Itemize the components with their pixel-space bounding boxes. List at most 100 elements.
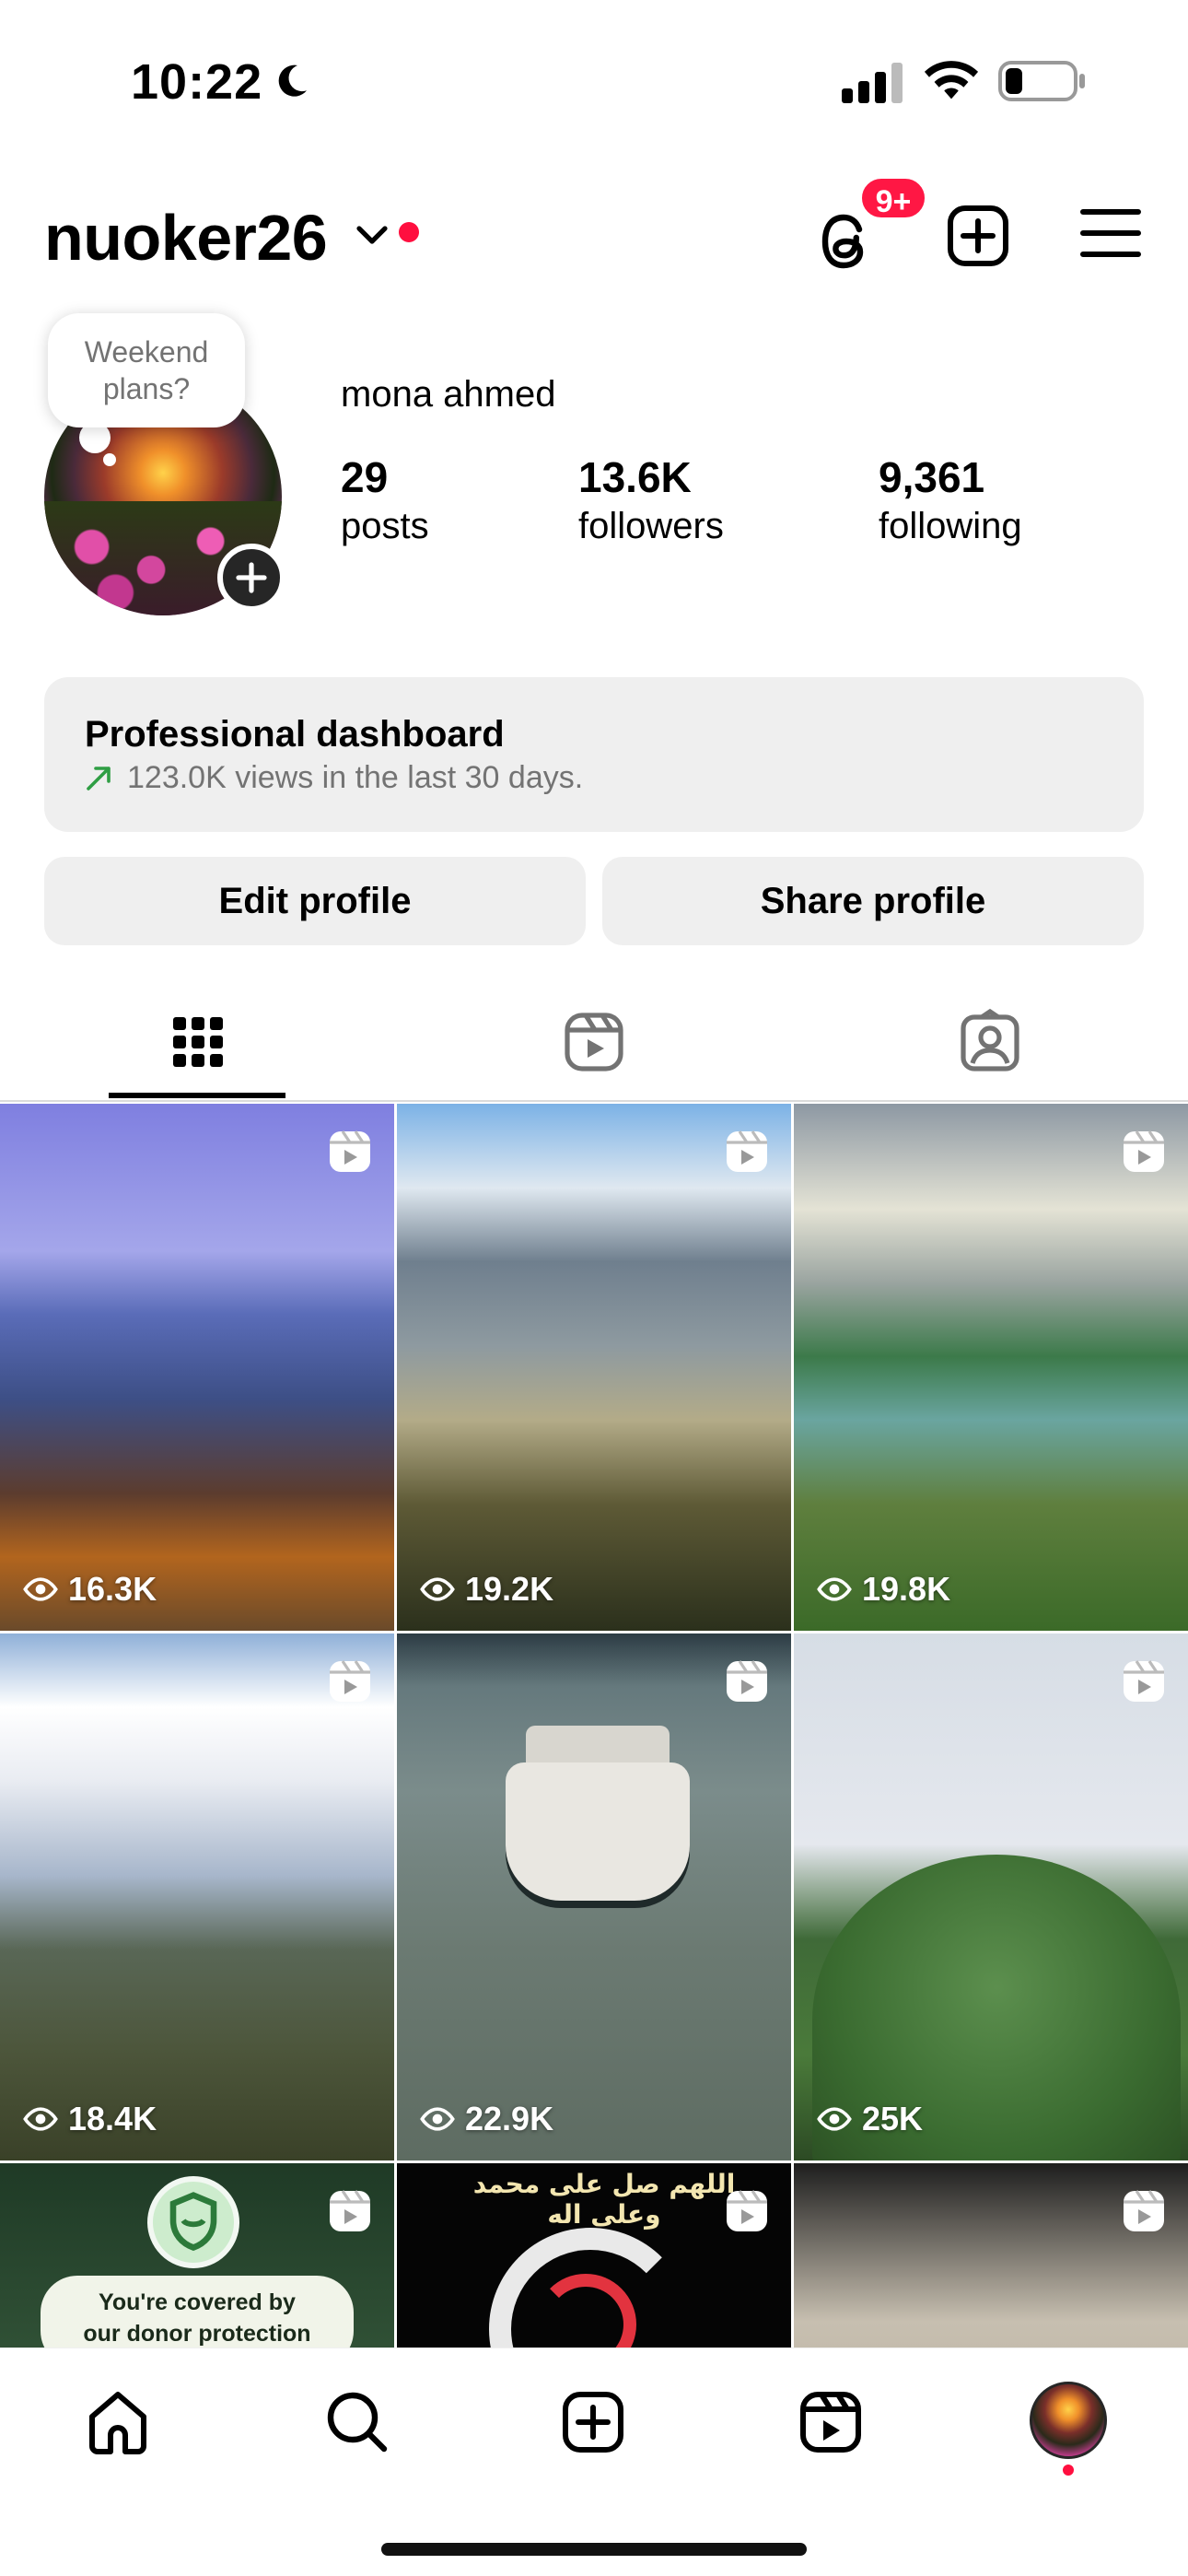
grid-icon [173, 1017, 223, 1067]
nav-create[interactable] [556, 2385, 630, 2459]
view-count-text: 18.4K [68, 2100, 157, 2137]
search-icon [327, 2392, 388, 2453]
notification-badge: 9+ [858, 175, 928, 221]
new-activity-dot [399, 222, 419, 242]
nav-search[interactable] [320, 2385, 394, 2459]
view-count-text: 22.9K [465, 2100, 554, 2137]
arabic-caption: اللهم صل على محمد وعلى اله [472, 2169, 736, 2230]
grid-post-6[interactable]: 25K [794, 1633, 1188, 2160]
nav-reels[interactable] [794, 2385, 868, 2459]
home-indicator[interactable] [381, 2543, 807, 2556]
reel-badge-icon [727, 2190, 767, 2231]
nav-home[interactable] [81, 2385, 155, 2459]
home-icon [89, 2392, 146, 2454]
wifi-icon [924, 61, 979, 100]
plus-icon [236, 562, 267, 593]
nav-profile-avatar[interactable] [1030, 2382, 1107, 2459]
view-count-text: 16.3K [68, 1570, 157, 1608]
view-count: 19.2K [419, 1570, 553, 1609]
view-count: 19.8K [816, 1570, 950, 1609]
dashboard-subtitle: 123.0K views in the last 30 days. [127, 760, 584, 795]
active-tab-indicator [109, 1093, 285, 1098]
reel-badge-icon [727, 1130, 767, 1172]
cellular-signal-icon [842, 63, 903, 103]
status-time: 10:22 [131, 54, 263, 110]
profile-tabs [0, 995, 1188, 1102]
grid-post-5[interactable]: 22.9K [397, 1633, 791, 2160]
view-count-text: 19.2K [465, 1570, 554, 1608]
stat-label: followers [578, 506, 724, 546]
nav-profile-dot [1063, 2465, 1074, 2476]
create-icon [563, 2392, 623, 2453]
note-bubble[interactable]: Weekend plans? [48, 313, 245, 427]
dashboard-subtitle-row: 123.0K views in the last 30 days. [85, 756, 1103, 799]
grid-post-3[interactable]: 19.8K [794, 1104, 1188, 1631]
edit-profile-button[interactable]: Edit profile [44, 857, 586, 945]
account-switcher-username[interactable]: nuoker26 [44, 201, 328, 275]
shield-icon [147, 2176, 239, 2268]
stat-value: 9,361 [879, 453, 985, 501]
add-story-button[interactable] [217, 544, 285, 612]
hamburger-menu-icon [1080, 209, 1141, 257]
posts-grid: 16.3K 19.2K 19.8K 18.4K 22.9K 25K You're… [0, 1104, 1188, 2348]
trending-up-arrow-icon [87, 767, 111, 790]
eye-icon [23, 1577, 58, 1601]
share-profile-button[interactable]: Share profile [602, 857, 1144, 945]
view-count: 16.3K [22, 1570, 157, 1609]
create-post-button[interactable] [945, 203, 1011, 269]
stat-label: posts [341, 506, 429, 546]
grid-post-9[interactable] [794, 2163, 1188, 2348]
stat-label: following [879, 506, 1022, 546]
donor-protection-card: You're covered by our donor protection [41, 2176, 354, 2348]
grid-post-7[interactable]: You're covered by our donor protection [0, 2163, 394, 2348]
stat-followers[interactable]: 13.6K followers [578, 451, 724, 549]
stat-value: 29 [341, 453, 389, 501]
plus-square-icon [948, 205, 1008, 266]
moon-icon [278, 64, 307, 97]
bottom-navigation [0, 2348, 1188, 2576]
eye-icon [420, 1577, 455, 1601]
stat-posts[interactable]: 29 posts [341, 451, 429, 549]
reels-icon [565, 1013, 623, 1071]
view-count-text: 25K [862, 2100, 924, 2137]
tab-tagged[interactable] [792, 995, 1188, 1102]
reel-badge-icon [727, 1660, 767, 1702]
boat-shape [506, 1762, 690, 1901]
grid-post-1[interactable]: 16.3K [0, 1104, 394, 1631]
grid-post-8[interactable]: اللهم صل على محمد وعلى اله [397, 2163, 791, 2348]
menu-button[interactable] [1077, 205, 1144, 262]
display-name: mona ahmed [341, 374, 556, 415]
note-text: Weekend plans? [84, 335, 209, 405]
reel-badge-icon [1124, 1130, 1164, 1172]
reel-badge-icon [1124, 2190, 1164, 2231]
grid-post-2[interactable]: 19.2K [397, 1104, 791, 1631]
reels-icon [800, 2392, 861, 2453]
dashboard-title: Professional dashboard [85, 714, 505, 755]
eye-icon [23, 2107, 58, 2131]
grid-post-4[interactable]: 18.4K [0, 1633, 394, 2160]
view-count-text: 19.8K [862, 1570, 951, 1608]
reel-badge-icon [330, 1130, 370, 1172]
donor-protection-text: You're covered by our donor protection [41, 2276, 354, 2348]
view-count: 22.9K [419, 2100, 553, 2138]
tab-reels[interactable] [396, 995, 792, 1102]
tab-posts-grid[interactable] [0, 995, 396, 1102]
eye-icon [420, 2107, 455, 2131]
stat-value: 13.6K [578, 453, 692, 501]
chevron-down-icon[interactable] [354, 219, 390, 252]
note-bubble-tail-small [103, 453, 116, 466]
reel-badge-icon [1124, 1660, 1164, 1702]
profile-header: nuoker26 9+ [0, 175, 1188, 286]
battery-icon [998, 61, 1085, 101]
stat-following[interactable]: 9,361 following [879, 451, 1022, 549]
reel-badge-icon [330, 1660, 370, 1702]
eye-icon [817, 2107, 852, 2131]
eye-icon [817, 1577, 852, 1601]
professional-dashboard-card[interactable]: Professional dashboard 123.0K views in t… [44, 677, 1144, 832]
view-count: 25K [816, 2100, 923, 2138]
status-bar: 10:22 [0, 0, 1188, 157]
view-count: 18.4K [22, 2100, 157, 2138]
tabs-divider [0, 1100, 1188, 1102]
reel-badge-icon [330, 2190, 370, 2231]
tagged-user-icon [961, 1008, 1019, 1071]
